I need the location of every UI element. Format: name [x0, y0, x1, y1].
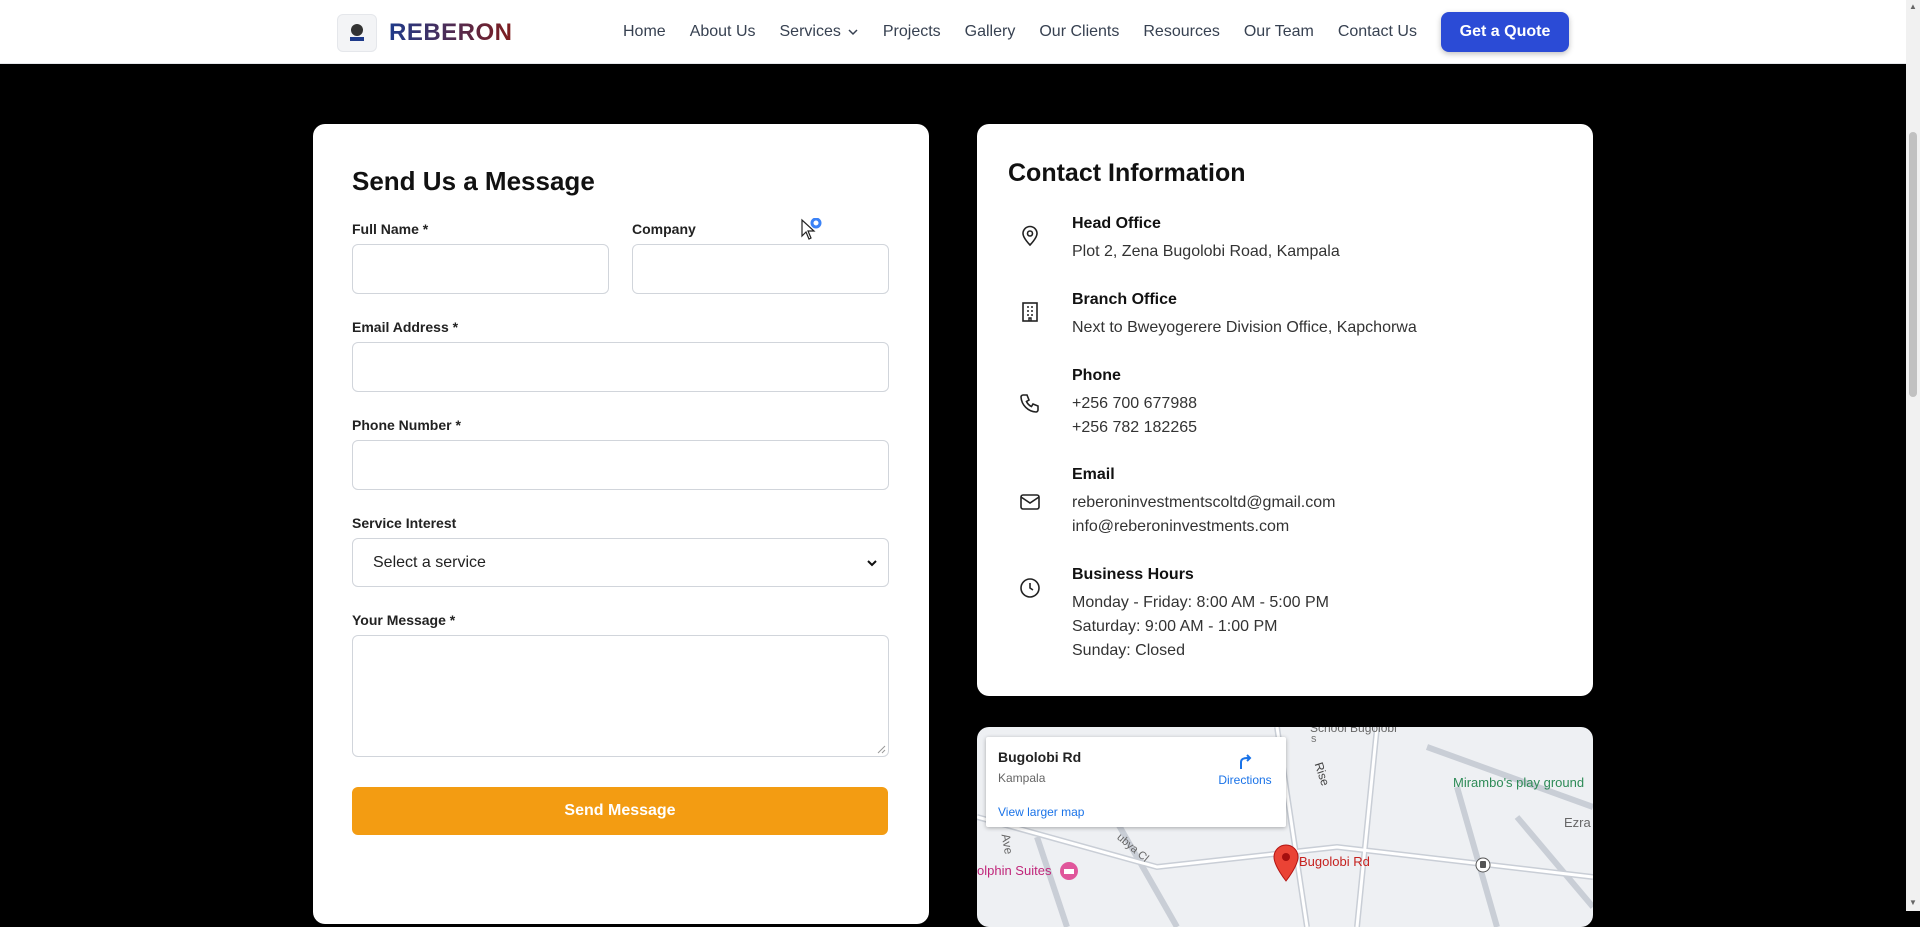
bus-stop-icon — [1475, 857, 1491, 873]
scroll-down-icon[interactable]: ▼ — [1909, 898, 1917, 907]
building-icon — [1022, 302, 1038, 322]
map-pin-label: Bugolobi Rd — [1299, 854, 1370, 869]
scroll-up-icon[interactable]: ▲ — [1909, 2, 1917, 11]
view-larger-map-link[interactable]: View larger map — [998, 805, 1084, 819]
clock-icon — [1020, 578, 1040, 598]
logo-icon[interactable] — [337, 14, 377, 52]
phone-icon — [1020, 394, 1039, 413]
full-name-input[interactable] — [352, 244, 609, 294]
map-pin-icon — [1022, 225, 1038, 247]
nav-services-label: Services — [779, 22, 841, 40]
scroll-thumb[interactable] — [1909, 132, 1917, 397]
nav-resources[interactable]: Resources — [1143, 23, 1219, 41]
full-name-label: Full Name * — [352, 221, 429, 237]
contact-title: Contact Information — [1008, 159, 1246, 187]
nav-contact[interactable]: Contact Us — [1338, 23, 1417, 41]
map-label-playground: Mirambo's play ground — [1453, 775, 1585, 790]
mail-icon — [1020, 494, 1040, 510]
email-input[interactable] — [352, 342, 889, 392]
nav-team[interactable]: Our Team — [1244, 23, 1314, 41]
nav-gallery[interactable]: Gallery — [965, 23, 1016, 41]
hours-sunday: Sunday: Closed — [1072, 642, 1185, 659]
map-info-card: Bugolobi Rd Kampala View larger map Dire… — [986, 737, 1286, 827]
phone-label: Phone Number * — [352, 417, 461, 433]
chevron-down-icon — [867, 559, 877, 566]
nav-services[interactable]: Services — [780, 23, 859, 41]
phone-number-1[interactable]: +256 700 677988 — [1072, 395, 1197, 413]
branch-office-address: Next to Bweyogerere Division Office, Kap… — [1072, 319, 1417, 336]
nav-about[interactable]: About Us — [690, 23, 756, 41]
nav-home[interactable]: Home — [623, 23, 666, 41]
phone-input[interactable] — [352, 440, 889, 490]
hours-weekdays: Monday - Friday: 8:00 AM - 5:00 PM — [1072, 594, 1329, 611]
message-label: Your Message * — [352, 612, 456, 628]
nav-projects[interactable]: Projects — [883, 23, 941, 41]
head-office-address: Plot 2, Zena Bugolobi Road, Kampala — [1072, 243, 1340, 260]
form-title: Send Us a Message — [352, 166, 595, 196]
branch-office-title: Branch Office — [1072, 291, 1177, 308]
service-label: Service Interest — [352, 515, 457, 531]
get-quote-button[interactable]: Get a Quote — [1441, 12, 1569, 52]
map-label-ezra: Ezra — [1564, 815, 1591, 830]
hotel-icon — [1060, 862, 1078, 880]
map-place-name: Bugolobi Rd — [998, 749, 1082, 765]
directions-button[interactable]: Directions — [1215, 751, 1275, 787]
service-select-value: Select a service — [373, 553, 486, 571]
email-address-1[interactable]: reberoninvestmentscoltd@gmail.com — [1072, 494, 1335, 512]
map-pin-marker-icon[interactable] — [1272, 844, 1300, 882]
directions-label: Directions — [1218, 773, 1272, 787]
nav-clients[interactable]: Our Clients — [1039, 23, 1119, 41]
main-nav: Home About Us Services Projects Gallery … — [623, 0, 1417, 63]
site-header: REBERON Home About Us Services Projects … — [0, 0, 1906, 64]
map-label-hotel: olphin Suites — [977, 863, 1052, 878]
email-title: Email — [1072, 466, 1115, 483]
company-input[interactable] — [632, 244, 889, 294]
message-textarea[interactable] — [352, 635, 889, 757]
phone-number-2[interactable]: +256 782 182265 — [1072, 419, 1197, 437]
message-form-card: Send Us a Message Full Name * Company Em… — [313, 124, 929, 924]
send-message-button[interactable]: Send Message — [352, 787, 888, 835]
page-scrollbar[interactable]: ▲ ▼ — [1906, 0, 1920, 911]
email-address-2[interactable]: info@reberoninvestments.com — [1072, 518, 1289, 536]
chevron-down-icon — [848, 28, 858, 35]
cursor-icon — [801, 218, 822, 240]
directions-icon — [1240, 754, 1252, 769]
email-label: Email Address * — [352, 319, 459, 335]
service-select[interactable]: Select a service — [352, 538, 889, 587]
map-label-school: School Bugolobi — [1310, 727, 1397, 735]
brand-name[interactable]: REBERON — [389, 19, 513, 47]
contact-info-card: Contact Information Head Office Plot 2, … — [977, 124, 1593, 696]
location-map[interactable]: s Rise School Bugolobi Mirambo's play gr… — [977, 727, 1593, 927]
company-label: Company — [632, 221, 696, 237]
head-office-title: Head Office — [1072, 215, 1161, 232]
hours-title: Business Hours — [1072, 566, 1194, 583]
resize-handle-icon[interactable] — [876, 744, 886, 754]
phone-title: Phone — [1072, 367, 1121, 384]
map-place-city: Kampala — [998, 771, 1046, 785]
hours-saturday: Saturday: 9:00 AM - 1:00 PM — [1072, 618, 1278, 635]
